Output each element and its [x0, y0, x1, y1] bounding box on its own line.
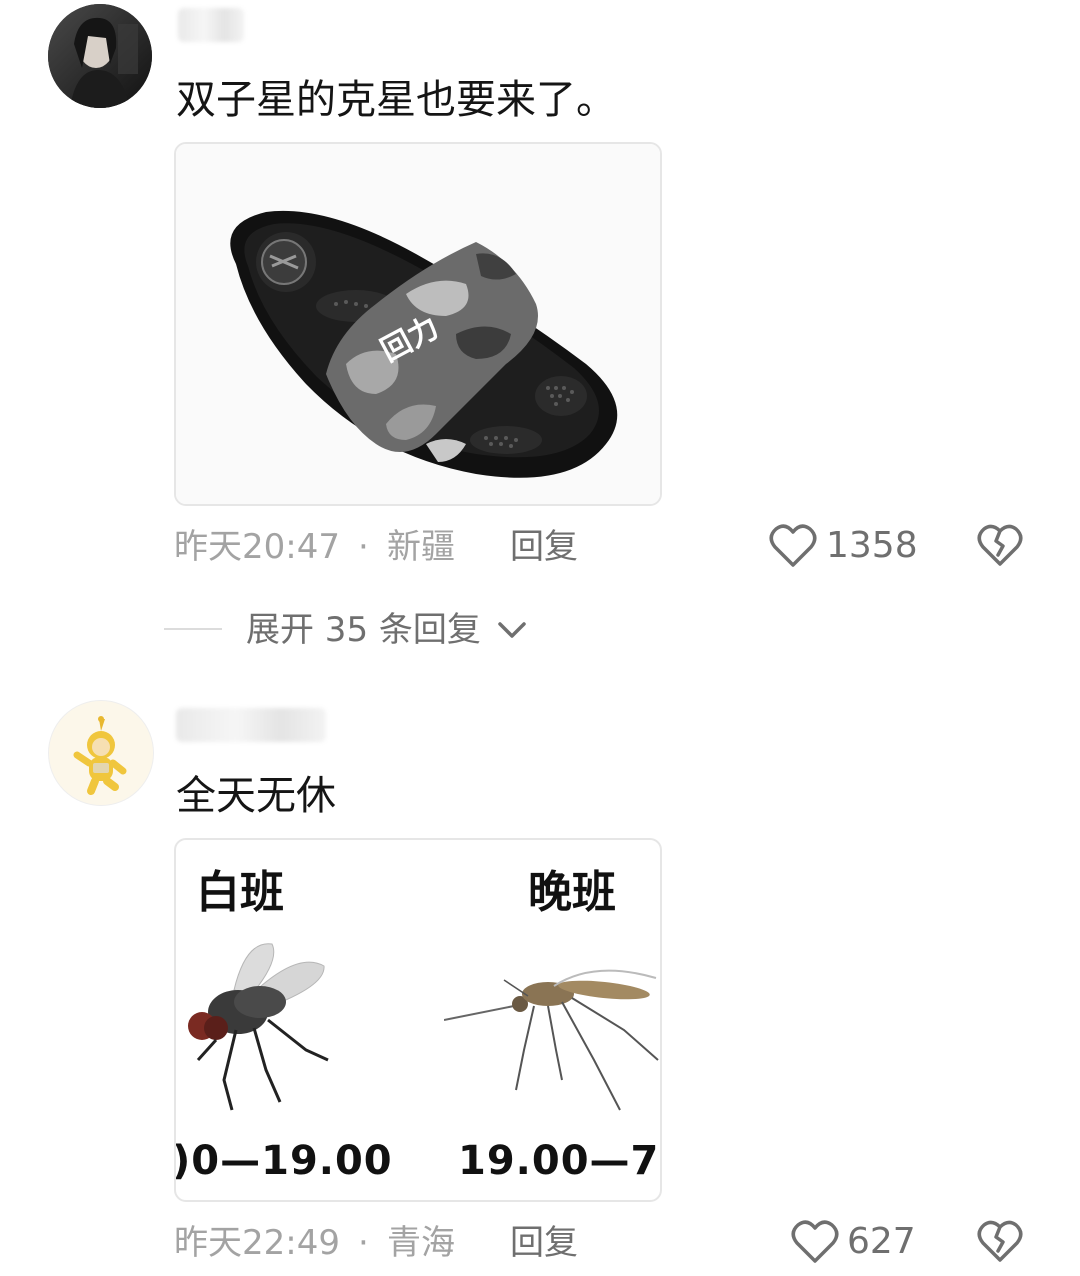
avatar[interactable]	[48, 4, 152, 108]
comment-image[interactable]: 回力	[174, 142, 662, 506]
mosquito-image	[444, 969, 659, 1111]
day-shift-label: 白班	[196, 867, 284, 918]
comment-timestamp: 昨天20:47	[174, 527, 340, 567]
divider-line	[164, 628, 222, 630]
reply-button[interactable]: 回复	[510, 527, 578, 567]
reply-button[interactable]: 回复	[510, 1223, 578, 1263]
fly-image	[188, 943, 329, 1111]
comment-text: 全天无休	[176, 773, 336, 819]
username-redacted	[176, 708, 326, 742]
meta-separator: ·	[358, 527, 369, 567]
like-count: 1358	[826, 525, 918, 566]
comment-location: 新疆	[387, 527, 455, 567]
meta-separator: ·	[358, 1223, 369, 1263]
expand-replies-button[interactable]: 展开 35 条回复	[246, 610, 481, 650]
heart-outline-icon[interactable]	[768, 521, 818, 571]
chevron-down-icon[interactable]	[496, 616, 528, 644]
night-shift-time: 19.00—7.(	[458, 1138, 660, 1184]
heart-outline-icon[interactable]	[790, 1217, 840, 1267]
comment-text: 双子星的克星也要来了。	[176, 77, 616, 123]
slipper-image: 回力	[176, 144, 660, 504]
broken-heart-icon[interactable]	[976, 1217, 1024, 1265]
day-shift-time: )0—19.00	[174, 1138, 393, 1184]
comment-timestamp: 昨天22:49	[174, 1223, 340, 1263]
broken-heart-icon[interactable]	[976, 521, 1024, 569]
avatar[interactable]	[48, 700, 154, 806]
like-count: 627	[847, 1221, 916, 1262]
night-shift-label: 晚班	[528, 867, 616, 918]
comment-location: 青海	[387, 1223, 455, 1263]
comment-image[interactable]: 白班 晚班 )0—19.00 19.00—7.(	[174, 838, 662, 1202]
username-redacted	[178, 8, 244, 42]
